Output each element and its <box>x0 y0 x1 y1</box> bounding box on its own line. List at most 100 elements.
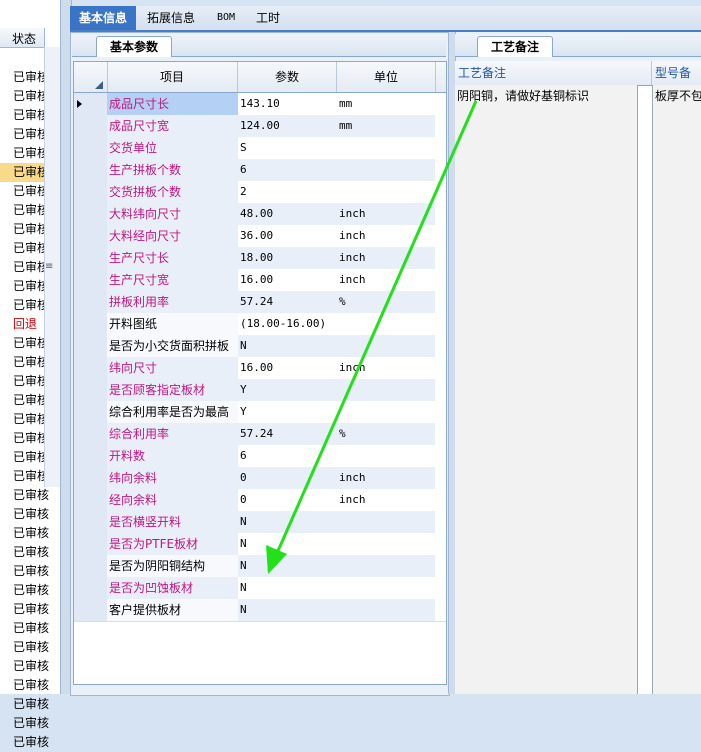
param-row[interactable]: 综合利用率 57.24% <box>74 423 446 446</box>
status-list-item[interactable]: 已审核 <box>13 676 49 695</box>
tab-work-hours[interactable]: 工时 <box>250 6 286 30</box>
param-unit[interactable] <box>337 137 437 159</box>
param-value[interactable]: N <box>238 577 338 599</box>
param-row[interactable]: 成品尺寸长 143.10 mm <box>74 93 446 116</box>
param-row[interactable]: 交货单位 S <box>74 137 446 160</box>
column-header-param[interactable]: 参数 <box>238 62 337 92</box>
param-unit[interactable] <box>337 445 437 467</box>
param-unit[interactable]: inch <box>337 467 437 489</box>
status-list-item[interactable]: 已审核 <box>13 600 49 619</box>
status-list-item[interactable]: 已审核 <box>13 524 49 543</box>
param-value[interactable]: Y <box>238 379 338 401</box>
row-indicator-header[interactable] <box>74 62 108 92</box>
row-indicator[interactable] <box>74 577 108 599</box>
row-indicator[interactable] <box>74 247 108 269</box>
param-unit[interactable] <box>337 313 437 335</box>
row-indicator[interactable] <box>74 203 108 225</box>
status-list-item[interactable]: 已审核 <box>13 733 49 752</box>
status-list-item[interactable]: 已审核 <box>13 619 49 638</box>
process-note-value[interactable]: 阴阳铜，请做好基铜标识 <box>457 87 589 104</box>
param-unit[interactable]: mm <box>337 93 437 115</box>
param-unit[interactable] <box>337 577 437 599</box>
row-indicator[interactable] <box>74 93 108 115</box>
param-unit[interactable]: % <box>337 423 437 445</box>
column-header-model-note[interactable]: 型号备注 <box>652 61 701 104</box>
column-header-process-note[interactable]: 工艺备注 <box>455 61 652 85</box>
row-indicator[interactable] <box>74 555 108 577</box>
status-list-item[interactable]: 已审核 <box>13 486 49 505</box>
param-value[interactable]: 16.00 <box>238 357 338 379</box>
param-value[interactable]: S <box>238 137 338 159</box>
row-indicator[interactable] <box>74 269 108 291</box>
row-indicator[interactable] <box>74 489 108 511</box>
status-list-item[interactable]: 已审核 <box>13 714 49 733</box>
row-indicator[interactable] <box>74 115 108 137</box>
param-unit[interactable] <box>337 159 437 181</box>
param-value[interactable]: 36.00 <box>238 225 338 247</box>
param-unit[interactable] <box>337 401 437 423</box>
column-header-item[interactable]: 项目 <box>107 62 238 92</box>
param-row[interactable]: 是否顾客指定板材 Y <box>74 379 446 402</box>
param-value[interactable]: 16.00 <box>238 269 338 291</box>
tab-basic-params[interactable]: 基本参数 <box>96 36 172 57</box>
status-list-item[interactable]: 已审核 <box>13 505 49 524</box>
param-value[interactable]: N <box>238 599 338 621</box>
row-indicator[interactable] <box>74 159 108 181</box>
param-row[interactable]: 是否为PTFE板材 N <box>74 533 446 556</box>
param-unit[interactable]: inch <box>337 225 437 247</box>
param-unit[interactable] <box>337 335 437 357</box>
tab-process-notes[interactable]: 工艺备注 <box>477 36 553 57</box>
param-unit[interactable] <box>337 533 437 555</box>
param-unit[interactable]: inch <box>337 489 437 511</box>
param-row[interactable]: 成品尺寸宽 124.00 mm <box>74 115 446 138</box>
status-list-item[interactable]: 已审核 <box>13 581 49 600</box>
param-row[interactable]: 大料经向尺寸 36.00 inch <box>74 225 446 248</box>
param-row[interactable]: 纬向余料 0 inch <box>74 467 446 490</box>
param-unit[interactable] <box>337 599 437 621</box>
param-row[interactable]: 是否为凹蚀板材 N <box>74 577 446 600</box>
param-value[interactable]: 124.00 <box>238 115 338 137</box>
param-unit[interactable]: inch <box>337 357 437 379</box>
status-list-item[interactable]: 已审核 <box>13 562 49 581</box>
model-note-value[interactable]: 板厚不包 <box>655 87 701 104</box>
status-list-item[interactable]: 已审核 <box>13 543 49 562</box>
row-indicator[interactable] <box>74 313 108 335</box>
column-header-unit[interactable]: 单位 <box>337 62 436 92</box>
tab-basic-info[interactable]: 基本信息 <box>70 6 136 30</box>
row-indicator[interactable] <box>74 357 108 379</box>
status-list-item[interactable]: 回退 <box>13 315 37 334</box>
row-indicator[interactable] <box>74 291 108 313</box>
row-indicator[interactable] <box>74 401 108 423</box>
param-row[interactable]: 拼板利用率 57.24% <box>74 291 446 314</box>
param-value[interactable]: 2 <box>238 181 338 203</box>
param-row[interactable]: 开料图纸 (18.00-16.00) <box>74 313 446 336</box>
param-unit[interactable]: % <box>337 291 437 313</box>
param-value[interactable]: Y <box>238 401 338 423</box>
status-list-item[interactable]: 已审核 <box>0 163 49 182</box>
param-row[interactable]: 生产拼板个数 6 <box>74 159 446 182</box>
param-row[interactable]: 经向余料 0 inch <box>74 489 446 512</box>
param-unit[interactable] <box>337 181 437 203</box>
tab-extended-info[interactable]: 拓展信息 <box>140 6 202 30</box>
param-unit[interactable] <box>337 511 437 533</box>
param-value[interactable]: 6 <box>238 159 338 181</box>
row-indicator[interactable] <box>74 225 108 247</box>
status-column-header[interactable]: 状态 <box>0 28 45 48</box>
param-row[interactable]: 生产尺寸长 18.00 inch <box>74 247 446 270</box>
param-row[interactable]: 是否为阴阳铜结构 N <box>74 555 446 578</box>
param-value[interactable]: 0 <box>238 467 338 489</box>
row-indicator[interactable] <box>74 445 108 467</box>
row-indicator[interactable] <box>74 181 108 203</box>
row-indicator[interactable] <box>74 137 108 159</box>
status-list-item[interactable]: 已审核 <box>13 695 49 714</box>
param-row[interactable]: 纬向尺寸 16.00 inch <box>74 357 446 380</box>
param-unit[interactable]: mm <box>337 115 437 137</box>
param-value[interactable]: 6 <box>238 445 338 467</box>
param-row[interactable]: 大料纬向尺寸 48.00 inch <box>74 203 446 226</box>
status-list-item[interactable]: 已审核 <box>13 638 49 657</box>
param-row[interactable]: 开料数 6 <box>74 445 446 468</box>
param-row[interactable]: 交货拼板个数 2 <box>74 181 446 204</box>
param-unit[interactable]: inch <box>337 269 437 291</box>
param-value[interactable]: 143.10 <box>238 93 338 115</box>
param-value[interactable]: 18.00 <box>238 247 338 269</box>
